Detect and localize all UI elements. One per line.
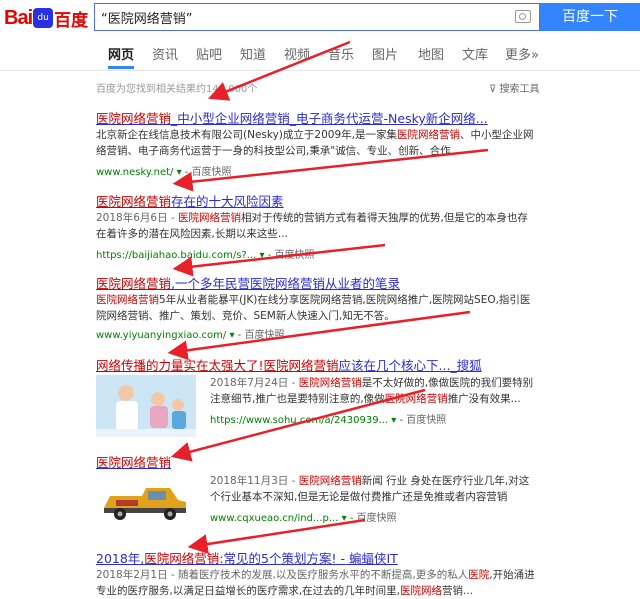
arrow-6 [187,518,366,554]
arrow-5 [170,388,426,462]
arrow-2 [172,148,489,192]
arrow-1 [208,40,351,101]
annotation-arrows [167,40,489,554]
arrow-3 [172,243,386,277]
arrow-4 [167,310,471,361]
